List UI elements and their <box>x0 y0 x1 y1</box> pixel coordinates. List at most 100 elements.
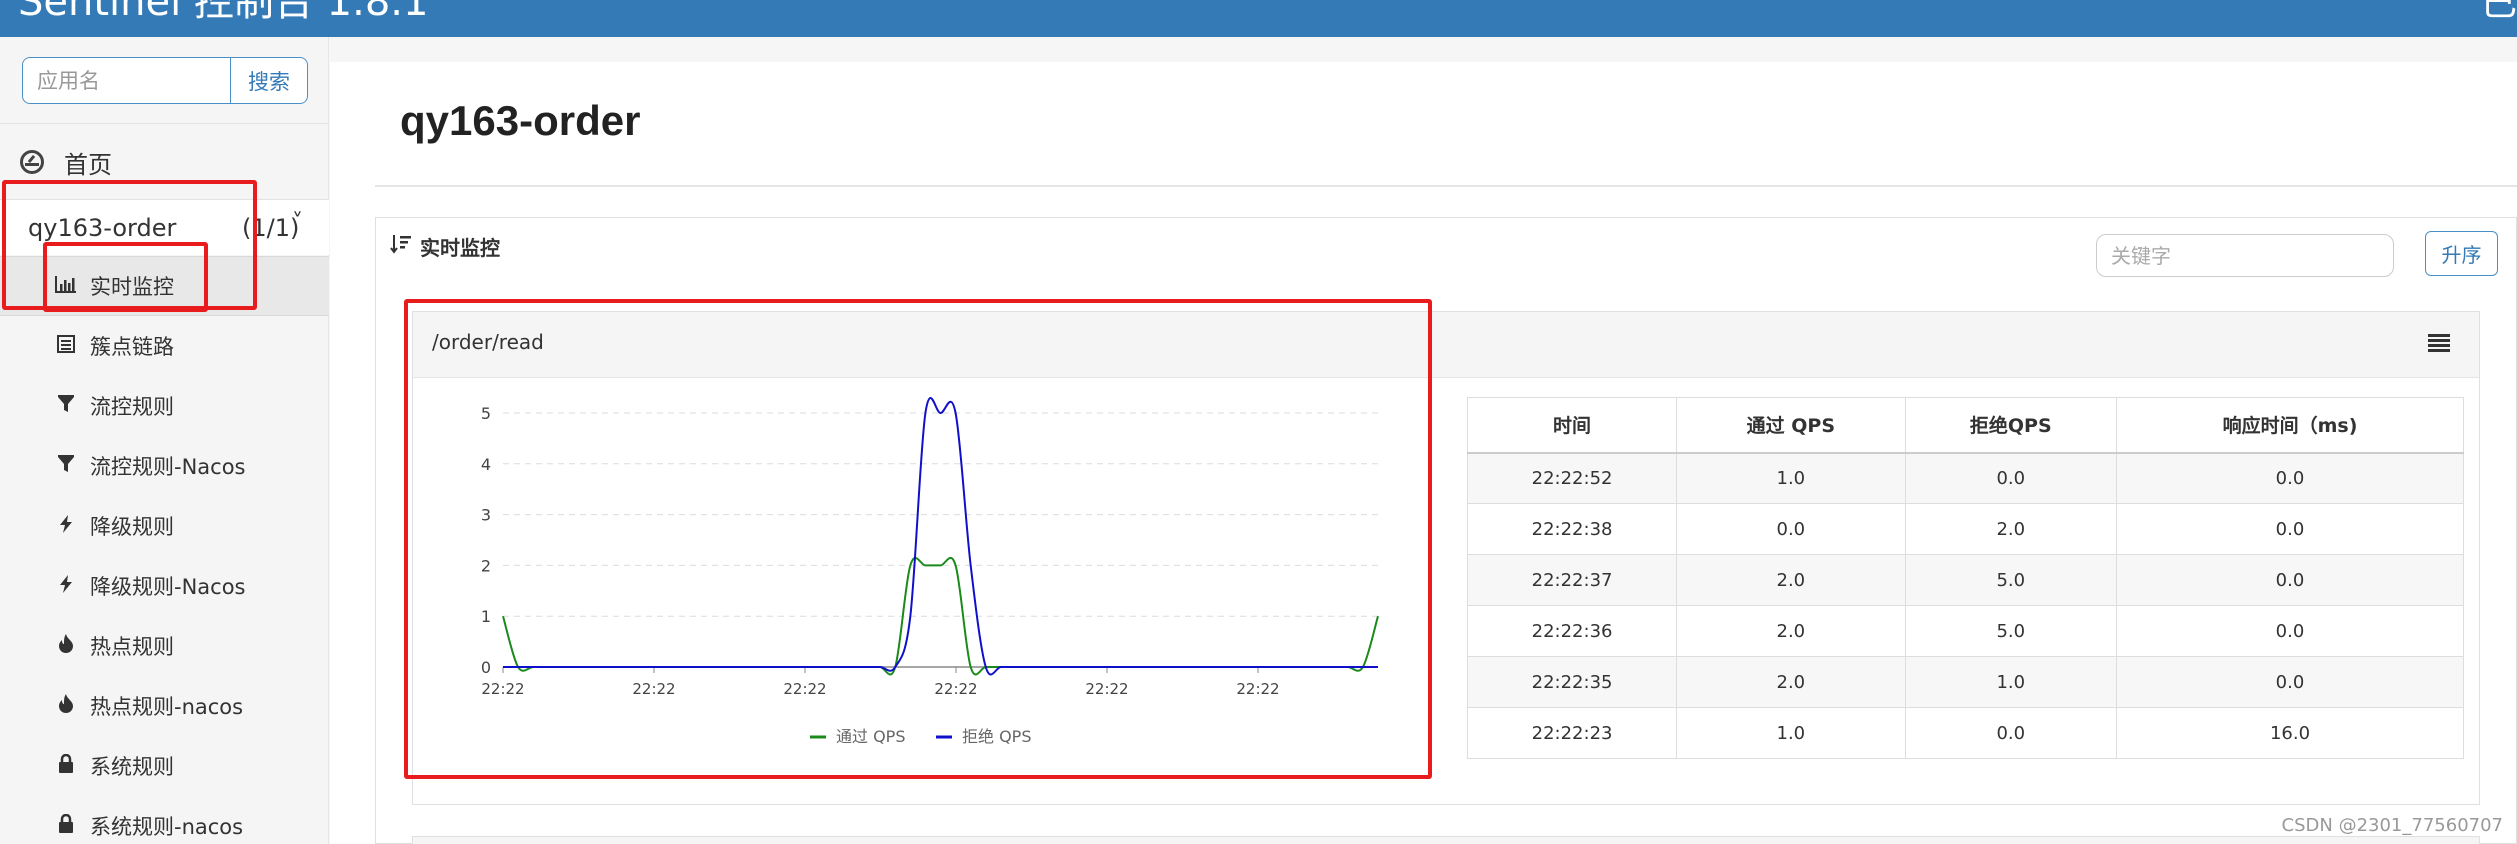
app-title[interactable]: Sentinel 控制台 1.8.1 <box>18 0 428 26</box>
sidebar-item-label: 热点规则 <box>90 635 174 659</box>
watermark: CSDN @2301_77560707 <box>2281 815 2503 836</box>
col-header-block-qps: 拒绝QPS <box>1904 397 2118 454</box>
col-header-rt: 响应时间（ms) <box>2116 397 2464 454</box>
legend-label: 拒绝 QPS <box>962 727 1032 746</box>
sidebar-item-label: 系统规则 <box>90 755 174 779</box>
top-navbar: Sentinel 控制台 1.8.1 已 <box>0 0 2517 37</box>
title-divider <box>375 185 2517 187</box>
col-header-time: 时间 <box>1466 397 1678 454</box>
qps-line-chart: 0 1 2 3 4 5 22:22 22:22 22:22 22:22 22:22 22:22 通过 Q… <box>481 396 1379 746</box>
keyword-input[interactable] <box>2096 234 2394 277</box>
app-search-input[interactable] <box>22 57 230 104</box>
col-header-pass-qps: 通过 QPS <box>1676 397 1906 454</box>
bar-chart-icon <box>54 274 78 298</box>
x-tick-label: 22:22 <box>934 680 977 698</box>
table-cell: 1.0 <box>1676 707 1906 759</box>
x-tick-label: 22:22 <box>1085 680 1128 698</box>
table-cell: 1.0 <box>1904 656 2118 708</box>
y-tick-label: 1 <box>481 607 491 626</box>
table-row: 22:22:37 2.0 5.0 0.0 <box>1466 554 2464 606</box>
sidebar-item-cluster-chain[interactable]: 簇点链路 <box>0 316 329 376</box>
lock-icon <box>54 813 78 838</box>
x-tick-label: 22:22 <box>632 680 675 698</box>
section-header: 实时监控 <box>390 232 500 261</box>
y-tick-label: 5 <box>481 404 491 423</box>
filter-icon <box>54 454 78 478</box>
menu-icon[interactable] <box>2428 334 2450 352</box>
sidebar-item-label: 降级规则 <box>90 515 174 539</box>
sidebar-item-degrade-rules[interactable]: 降级规则 <box>0 496 329 556</box>
table-cell: 16.0 <box>2116 707 2464 759</box>
sort-ascending-button[interactable]: 升序 <box>2425 231 2498 276</box>
series-line-0 <box>502 556 1379 676</box>
table-cell: 2.0 <box>1676 656 1906 708</box>
table-cell: 0.0 <box>1904 707 2118 759</box>
resource-name: /order/read <box>432 330 544 354</box>
y-tick-label: 2 <box>481 556 491 575</box>
series-line-1 <box>502 396 1378 676</box>
sidebar-item-label: 流控规则 <box>90 395 174 419</box>
sidebar-item-label: 系统规则-nacos <box>90 815 244 839</box>
sort-icon <box>390 234 412 259</box>
sidebar-item-system-rules-nacos[interactable]: 系统规则-nacos <box>0 796 329 844</box>
sidebar-item-label: 降级规则-Nacos <box>90 575 246 599</box>
sidebar-app-group[interactable]: qy163-order (1/1) ˅ <box>0 199 329 255</box>
qps-table: 时间 通过 QPS 拒绝QPS 响应时间（ms) 22:22:52 1.0 0.… <box>1466 397 2464 759</box>
app-search: 搜索 <box>22 57 308 104</box>
table-cell: 0.0 <box>2116 605 2464 657</box>
section-title: 实时监控 <box>420 236 500 260</box>
app-search-button[interactable]: 搜索 <box>230 57 308 104</box>
sidebar-app-count: (1/1) <box>242 214 300 242</box>
next-resource-card <box>412 836 2480 844</box>
sidebar-item-realtime-monitor[interactable]: 实时监控 <box>0 256 329 316</box>
sidebar-item-label: 热点规则-nacos <box>90 695 244 719</box>
table-header-row: 时间 通过 QPS 拒绝QPS 响应时间（ms) <box>1466 397 2464 454</box>
filter-icon <box>54 394 78 418</box>
page-title: qy163-order <box>400 97 641 144</box>
table-cell: 0.0 <box>2116 503 2464 555</box>
table-cell: 5.0 <box>1904 605 2118 657</box>
table-row: 22:22:38 0.0 2.0 0.0 <box>1466 503 2464 555</box>
flash-icon <box>54 574 78 598</box>
x-tick-label: 22:22 <box>783 680 826 698</box>
sidebar-item-label: 簇点链路 <box>90 335 174 359</box>
table-cell: 22:22:23 <box>1466 707 1678 759</box>
x-tick-label: 22:22 <box>481 680 524 698</box>
table-cell: 0.0 <box>1904 452 2118 504</box>
sidebar-app-name: qy163-order <box>28 214 177 242</box>
sidebar-item-degrade-rules-nacos[interactable]: 降级规则-Nacos <box>0 556 329 616</box>
resource-card-header <box>413 312 2479 378</box>
topbar-right-link[interactable]: 已 <box>2481 0 2517 28</box>
table-row: 22:22:23 1.0 0.0 16.0 <box>1466 707 2464 759</box>
flash-icon <box>54 514 78 538</box>
table-cell: 1.0 <box>1676 452 1906 504</box>
sidebar-divider <box>0 123 329 124</box>
sidebar-item-home[interactable]: 首页 <box>20 142 112 182</box>
sidebar-item-flow-rules[interactable]: 流控规则 <box>0 376 329 436</box>
legend-label: 通过 QPS <box>836 727 906 746</box>
sidebar: 搜索 首页 qy163-order (1/1) ˅ 实时监控 簇点链路 流控规则… <box>0 37 329 844</box>
sidebar-item-system-rules[interactable]: 系统规则 <box>0 736 329 796</box>
fire-icon <box>54 634 78 658</box>
sidebar-item-home-label: 首页 <box>64 150 112 179</box>
sidebar-item-label: 实时监控 <box>90 275 174 299</box>
table-cell: 2.0 <box>1676 605 1906 657</box>
table-cell: 22:22:35 <box>1466 656 1678 708</box>
table-row: 22:22:52 1.0 0.0 0.0 <box>1466 452 2464 504</box>
x-tick-label: 22:22 <box>1236 680 1279 698</box>
lock-icon <box>54 753 78 778</box>
sidebar-item-flow-rules-nacos[interactable]: 流控规则-Nacos <box>0 436 329 496</box>
table-cell: 0.0 <box>2116 656 2464 708</box>
table-row: 22:22:36 2.0 5.0 0.0 <box>1466 605 2464 657</box>
table-cell: 2.0 <box>1904 503 2118 555</box>
y-tick-label: 3 <box>481 506 491 525</box>
sidebar-item-hotspot-rules[interactable]: 热点规则 <box>0 616 329 676</box>
fire-icon <box>54 694 78 718</box>
table-cell: 22:22:38 <box>1466 503 1678 555</box>
dashboard-icon <box>20 150 44 174</box>
sidebar-item-label: 流控规则-Nacos <box>90 455 246 479</box>
table-cell: 22:22:37 <box>1466 554 1678 606</box>
table-cell: 0.0 <box>2116 554 2464 606</box>
chevron-down-icon: ˅ <box>292 210 303 235</box>
sidebar-item-hotspot-rules-nacos[interactable]: 热点规则-nacos <box>0 676 329 736</box>
